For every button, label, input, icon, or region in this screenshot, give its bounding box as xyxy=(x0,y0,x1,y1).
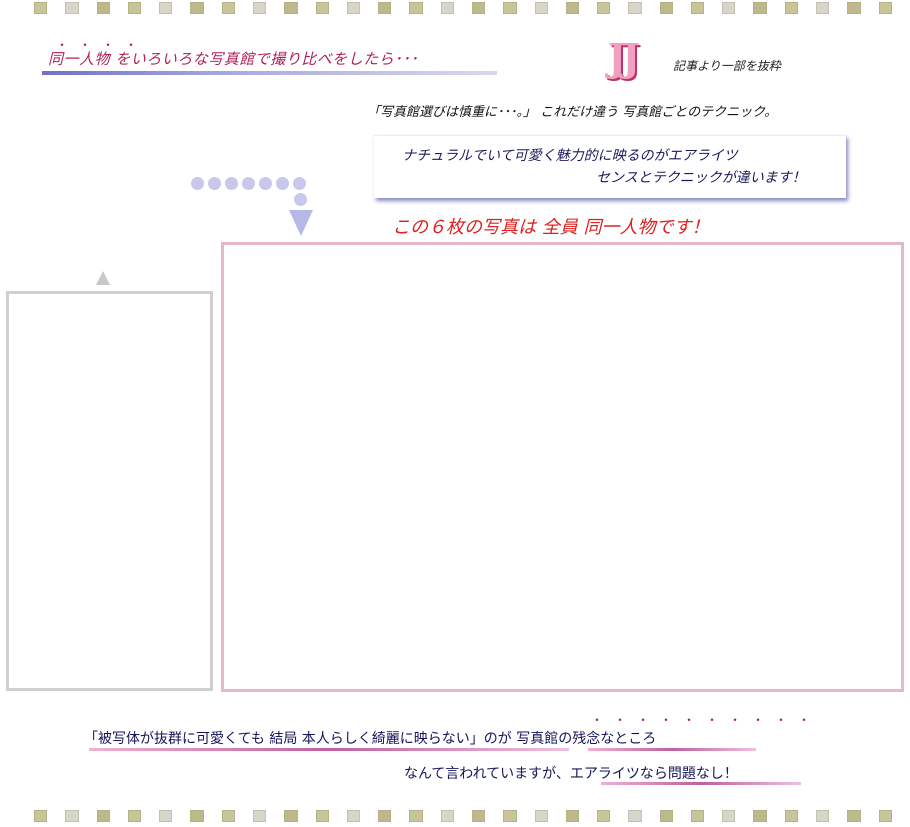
main-photo-panel xyxy=(221,242,904,692)
footer-underline-1b xyxy=(588,748,756,751)
film-frame xyxy=(753,810,767,822)
film-frame xyxy=(503,2,517,14)
film-frame xyxy=(96,810,110,822)
jj-logo: JJ xyxy=(608,35,640,80)
film-frame xyxy=(534,810,548,822)
film-frame xyxy=(252,2,267,14)
film-frame xyxy=(190,810,204,822)
film-frame xyxy=(565,2,580,14)
film-frame xyxy=(221,2,235,14)
film-strip-top xyxy=(0,0,910,16)
film-frame xyxy=(315,2,329,14)
film-frame xyxy=(690,2,705,14)
up-arrow-icon xyxy=(96,271,110,285)
film-frame xyxy=(878,2,892,14)
film-frame xyxy=(34,810,48,822)
film-frame xyxy=(565,810,580,822)
film-frame xyxy=(346,2,361,14)
film-frame xyxy=(628,810,642,822)
film-frame xyxy=(190,2,204,14)
film-frame xyxy=(659,810,673,822)
film-frame xyxy=(597,2,611,14)
down-arrow-icon xyxy=(289,210,313,236)
callout-line-2: センスとテクニックが違います！ xyxy=(596,170,806,186)
film-frame xyxy=(722,2,736,14)
footer-line-2: なんて言われていますが、エアライツなら問題なし！ xyxy=(404,766,738,782)
film-frame xyxy=(65,810,79,822)
film-frame xyxy=(409,2,423,14)
film-frame xyxy=(346,810,361,822)
film-frame xyxy=(503,810,517,822)
film-frame xyxy=(315,810,329,822)
side-photo-panel xyxy=(6,291,213,691)
footer-line-1: 「被写体が抜群に可愛くても 結局 本人らしく綺麗に映らない」のが 写真館の残念な… xyxy=(84,731,657,747)
film-frame xyxy=(440,2,454,14)
film-frame xyxy=(284,810,298,822)
film-frame xyxy=(252,810,267,822)
film-frame xyxy=(847,2,861,14)
film-frame xyxy=(878,810,892,822)
film-frame xyxy=(722,810,736,822)
film-frame xyxy=(534,2,548,14)
film-frame xyxy=(784,810,799,822)
film-frame xyxy=(65,2,79,14)
film-frame xyxy=(284,2,298,14)
film-frame xyxy=(409,810,423,822)
film-frame xyxy=(221,810,235,822)
film-frame xyxy=(784,2,799,14)
film-frame xyxy=(816,2,830,14)
main-caption: この６枚の写真は 全員 同一人物です！ xyxy=(392,217,710,238)
callout-line-1: ナチュラルでいて可愛く魅力的に映るのがエアライツ xyxy=(402,148,738,164)
footer-underline-2 xyxy=(601,782,801,785)
film-frame xyxy=(378,810,392,822)
film-frame xyxy=(127,2,142,14)
film-frame xyxy=(127,810,142,822)
film-frame xyxy=(628,2,642,14)
footer-emphasis-dots: ・・・・・・・・・・ xyxy=(591,713,822,727)
film-frame xyxy=(597,810,611,822)
film-frame xyxy=(440,810,454,822)
film-frame xyxy=(159,2,173,14)
dot-trail-end-icon xyxy=(294,193,307,206)
film-frame xyxy=(847,810,861,822)
headline: 同一人物 をいろいろな写真館で撮り比べをしたら･･･ xyxy=(48,50,419,68)
film-strip-bottom xyxy=(0,808,910,824)
film-frame xyxy=(34,2,48,14)
headline-underline xyxy=(42,71,497,75)
film-frame xyxy=(96,2,110,14)
film-frame xyxy=(753,2,767,14)
film-frame xyxy=(471,810,486,822)
film-frame xyxy=(159,810,173,822)
logo-caption: 記事より一部を抜粋 xyxy=(673,59,781,73)
subline: 「写真館選びは慎重に･･･。」 これだけ違う 写真館ごとのテクニック。 xyxy=(367,105,778,120)
callout-box: ナチュラルでいて可愛く魅力的に映るのがエアライツ センスとテクニックが違います！ xyxy=(374,135,846,198)
film-frame xyxy=(378,2,392,14)
film-frame xyxy=(690,810,705,822)
film-frame xyxy=(471,2,486,14)
film-frame xyxy=(816,810,830,822)
footer-underline-1a xyxy=(89,748,569,751)
film-frame xyxy=(659,2,673,14)
